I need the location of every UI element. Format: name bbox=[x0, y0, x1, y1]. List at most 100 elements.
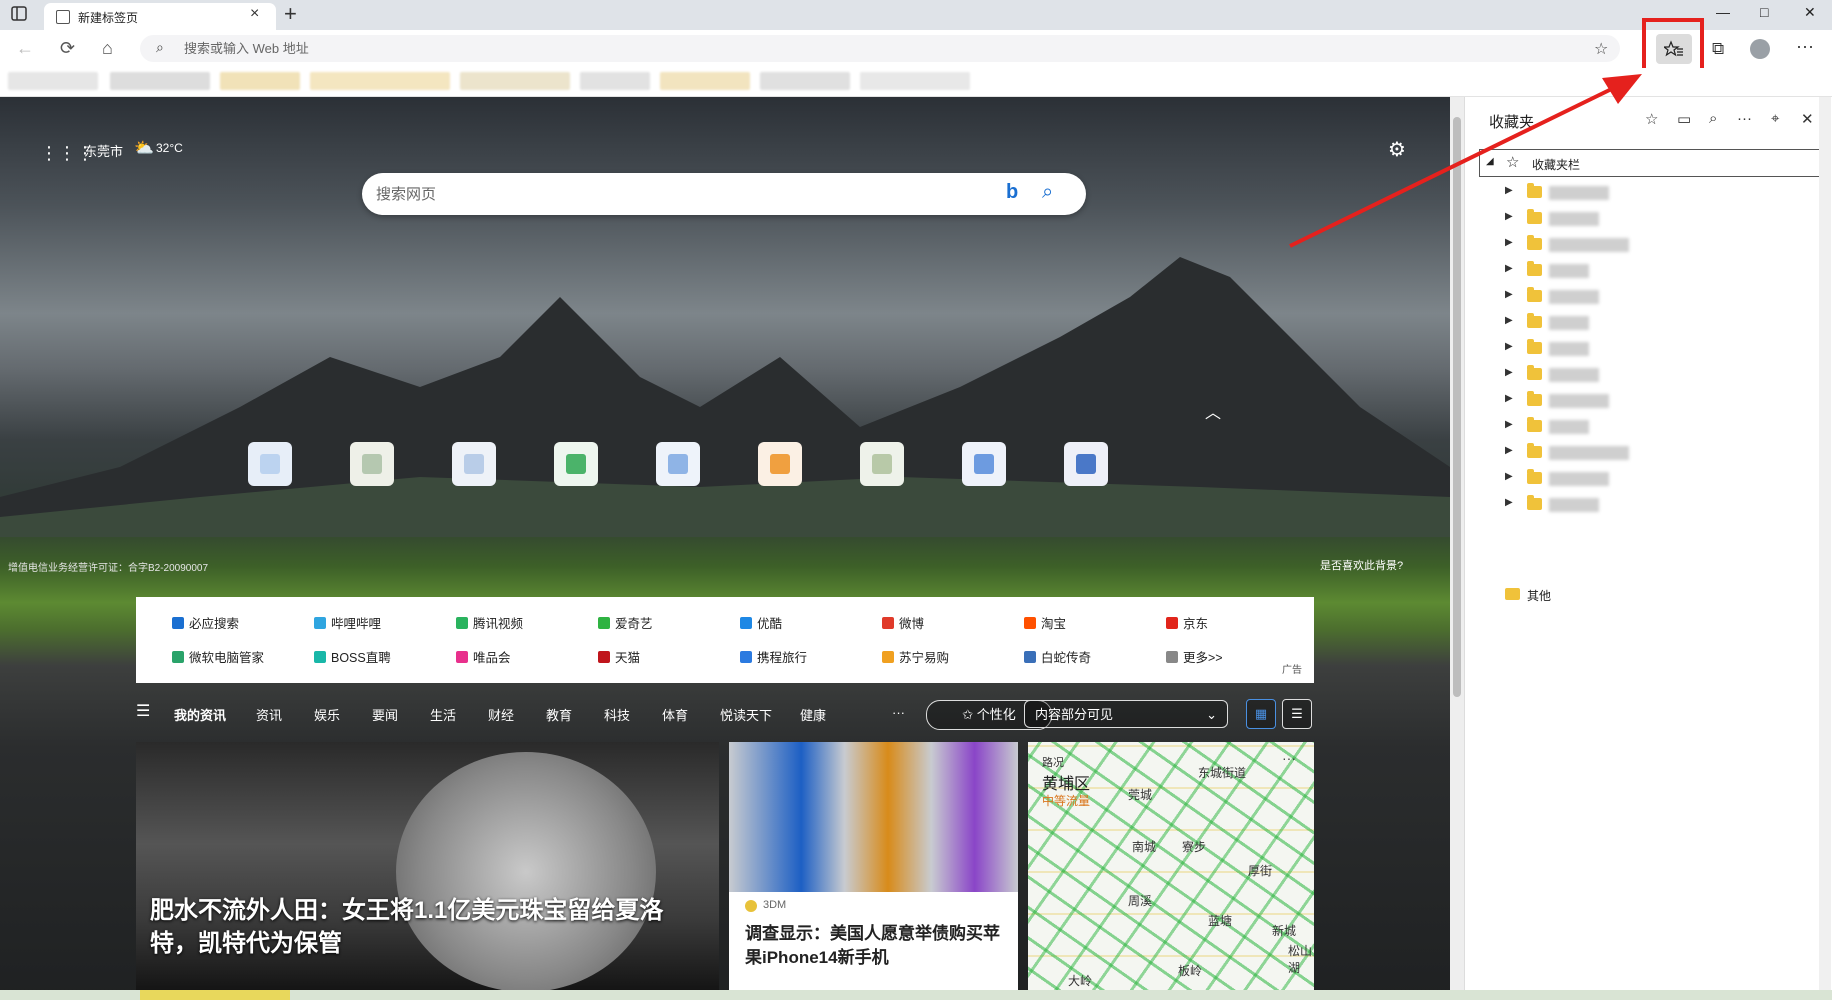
weather-city[interactable]: 东莞市 bbox=[84, 141, 123, 160]
address-input[interactable] bbox=[184, 39, 1564, 57]
expand-arrow-icon[interactable]: ▶ bbox=[1505, 315, 1513, 326]
news-tab[interactable]: 娱乐 bbox=[314, 705, 340, 724]
home-icon[interactable]: ⌂ bbox=[102, 38, 113, 59]
quick-link[interactable]: 淘宝 bbox=[1024, 613, 1066, 632]
news-tab[interactable]: 健康 bbox=[800, 705, 826, 724]
quick-site-tile[interactable] bbox=[554, 442, 598, 486]
profile-avatar[interactable] bbox=[1750, 39, 1770, 59]
news-tab[interactable]: 资讯 bbox=[256, 705, 282, 724]
maximize-button[interactable]: □ bbox=[1760, 4, 1768, 20]
favorite-bar-item[interactable] bbox=[8, 72, 98, 90]
card-more-icon[interactable]: ··· bbox=[1282, 750, 1296, 766]
favorite-bar-item[interactable] bbox=[760, 72, 850, 90]
quick-link[interactable]: 携程旅行 bbox=[740, 647, 807, 666]
more-options-icon[interactable]: ··· bbox=[1796, 36, 1814, 57]
tab-close-icon[interactable]: × bbox=[250, 5, 259, 23]
quick-link[interactable]: 微博 bbox=[882, 613, 924, 632]
quick-link[interactable]: 哔哩哔哩 bbox=[314, 613, 381, 632]
expand-arrow-icon[interactable]: ▶ bbox=[1505, 471, 1513, 482]
expand-arrow-icon[interactable]: ▶ bbox=[1505, 263, 1513, 274]
back-arrow-icon[interactable]: ← bbox=[16, 38, 34, 59]
quick-site-tile[interactable] bbox=[758, 442, 802, 486]
expand-arrow-icon[interactable]: ▶ bbox=[1505, 497, 1513, 508]
traffic-map-card[interactable]: 路况 黄埔区 中等流量 ··· 东城街道 莞城 南城 周溪 寮步 蓝塘 新城 厚街 松山湖 板岭大… bbox=[1028, 742, 1314, 997]
favorite-folder[interactable]: ▶ bbox=[1505, 415, 1805, 439]
expand-arrow-icon[interactable]: ▶ bbox=[1505, 393, 1513, 404]
grid-view-icon[interactable]: ▦ bbox=[1246, 699, 1276, 729]
content-visibility-dropdown[interactable]: 内容部分可见 ⌄ bbox=[1024, 700, 1228, 728]
search-icon[interactable]: ⌕ bbox=[1709, 110, 1717, 127]
quick-site-tile[interactable] bbox=[1064, 442, 1108, 486]
news-card-main[interactable]: 肥水不流外人田：女王将1.1亿美元珠宝留给夏洛特，凯特代为保管 bbox=[136, 742, 719, 997]
web-search-input[interactable] bbox=[376, 185, 976, 203]
address-bar[interactable]: ⌕ ☆ bbox=[140, 35, 1620, 62]
quick-link[interactable]: 爱奇艺 bbox=[598, 613, 653, 632]
news-tab[interactable]: 我的资讯 bbox=[174, 705, 226, 724]
quick-link[interactable]: 腾讯视频 bbox=[456, 613, 523, 632]
favorite-folder[interactable]: ▶ bbox=[1505, 285, 1805, 309]
quick-link[interactable]: 苏宁易购 bbox=[882, 647, 949, 666]
expand-arrow-icon[interactable]: ▶ bbox=[1505, 341, 1513, 352]
news-tab[interactable]: 要闻 bbox=[372, 705, 398, 724]
news-more-tabs[interactable]: ··· bbox=[892, 705, 905, 720]
favorite-bar-item[interactable] bbox=[860, 72, 970, 90]
favorite-bar-item[interactable] bbox=[220, 72, 300, 90]
taskbar-item[interactable] bbox=[140, 990, 290, 1000]
news-tab[interactable]: 财经 bbox=[488, 705, 514, 724]
news-tab[interactable]: 悦读天下 bbox=[720, 705, 772, 724]
news-card-secondary[interactable]: 3DM 调查显示：美国人愿意举债购买苹果iPhone14新手机 bbox=[729, 742, 1018, 997]
bing-logo-icon[interactable]: b bbox=[1006, 181, 1018, 204]
pin-icon[interactable]: ⌖ bbox=[1771, 110, 1779, 127]
favorite-bar-item[interactable] bbox=[660, 72, 750, 90]
news-tab[interactable]: 教育 bbox=[546, 705, 572, 724]
news-tab[interactable]: 体育 bbox=[662, 705, 688, 724]
expand-arrow-icon[interactable]: ▶ bbox=[1505, 445, 1513, 456]
quick-link[interactable]: 微软电脑管家 bbox=[172, 647, 264, 666]
quick-site-tile[interactable] bbox=[452, 442, 496, 486]
quick-link[interactable]: 白蛇传奇 bbox=[1024, 647, 1091, 666]
quick-site-tile[interactable] bbox=[656, 442, 700, 486]
quick-link[interactable]: 天猫 bbox=[598, 647, 640, 666]
quick-site-tile[interactable] bbox=[248, 442, 292, 486]
tab-actions-icon[interactable] bbox=[10, 6, 32, 24]
favorite-folder[interactable]: ▶ bbox=[1505, 441, 1805, 465]
quick-site-tile[interactable] bbox=[962, 442, 1006, 486]
news-menu-icon[interactable]: ☰ bbox=[136, 701, 150, 721]
minimize-button[interactable]: — bbox=[1716, 4, 1730, 20]
favorite-folder[interactable]: ▶ bbox=[1505, 363, 1805, 387]
license-text[interactable]: 增值电信业务经营许可证：合字B2-20090007 bbox=[8, 559, 208, 574]
favorite-folder[interactable]: ▶ bbox=[1505, 389, 1805, 413]
favorite-folder[interactable]: ▶ bbox=[1505, 259, 1805, 283]
favorite-folder[interactable]: ▶ bbox=[1505, 337, 1805, 361]
quick-link[interactable]: 必应搜索 bbox=[172, 613, 239, 632]
quick-link[interactable]: 唯品会 bbox=[456, 647, 511, 666]
quick-link[interactable]: 京东 bbox=[1166, 613, 1208, 632]
add-favorite-star-icon[interactable]: ☆ bbox=[1594, 39, 1608, 59]
quick-site-tile[interactable] bbox=[350, 442, 394, 486]
close-window-button[interactable]: ✕ bbox=[1804, 4, 1816, 21]
favorite-bar-item[interactable] bbox=[310, 72, 450, 90]
search-icon[interactable]: ⌕ bbox=[1042, 181, 1053, 204]
expand-arrow-icon[interactable]: ▶ bbox=[1505, 289, 1513, 300]
collections-icon[interactable]: ⧉ bbox=[1712, 39, 1724, 59]
expand-arrow-icon[interactable]: ▶ bbox=[1505, 419, 1513, 430]
like-background-link[interactable]: 是否喜欢此背景? bbox=[1320, 557, 1403, 573]
favorite-bar-item[interactable] bbox=[110, 72, 210, 90]
favorite-bar-item[interactable] bbox=[580, 72, 650, 90]
more-options-icon[interactable]: ··· bbox=[1737, 110, 1752, 127]
quick-link[interactable]: 更多>> bbox=[1166, 647, 1223, 666]
list-view-icon[interactable]: ☰ bbox=[1282, 699, 1312, 729]
favorite-folder[interactable]: ▶ bbox=[1505, 467, 1805, 491]
favorite-bar-item[interactable] bbox=[460, 72, 570, 90]
new-tab-button[interactable]: + bbox=[284, 1, 297, 27]
web-search-box[interactable]: b ⌕ bbox=[362, 173, 1086, 215]
quick-link[interactable]: BOSS直聘 bbox=[314, 647, 391, 666]
other-favorites-folder[interactable]: 其他 bbox=[1505, 583, 1805, 607]
news-tab[interactable]: 生活 bbox=[430, 705, 456, 724]
close-icon[interactable]: ✕ bbox=[1801, 110, 1814, 128]
tab-new-tab[interactable]: 新建标签页 × bbox=[44, 3, 276, 30]
favorites-scrollbar[interactable] bbox=[1819, 97, 1831, 1000]
add-folder-icon[interactable]: ▭ bbox=[1677, 110, 1691, 128]
expand-arrow-icon[interactable]: ▶ bbox=[1505, 367, 1513, 378]
collapse-chevron-icon[interactable]: ︿ bbox=[1205, 399, 1221, 423]
